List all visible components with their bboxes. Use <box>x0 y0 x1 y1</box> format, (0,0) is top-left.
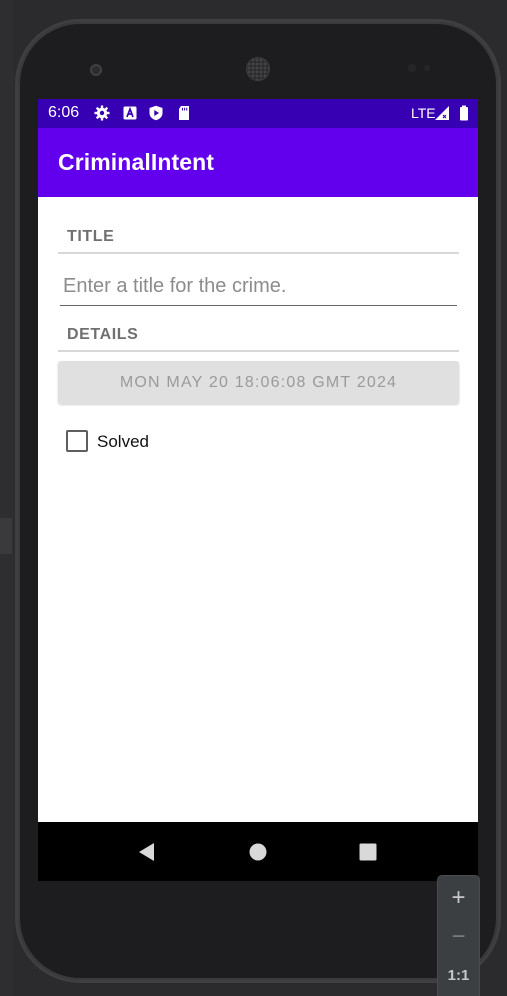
ide-side-strip <box>0 518 12 554</box>
details-section-divider <box>58 350 459 352</box>
details-section-label: DETAILS <box>67 326 139 343</box>
title-section-divider <box>58 252 459 254</box>
actual-size-button[interactable]: 1:1 <box>438 957 479 995</box>
back-icon[interactable] <box>134 839 160 865</box>
a-icon <box>123 106 137 120</box>
title-section-label: TITLE <box>67 228 115 245</box>
network-type-label: LTE <box>411 105 436 121</box>
shield-play-icon <box>149 105 163 121</box>
zoom-in-button[interactable]: + <box>438 879 479 917</box>
proximity-sensor <box>408 64 416 72</box>
recents-icon[interactable] <box>355 839 381 865</box>
battery-icon <box>460 105 468 121</box>
solved-checkbox[interactable] <box>66 430 88 452</box>
zoom-out-button[interactable]: − <box>438 918 479 956</box>
earpiece-speaker <box>247 58 269 80</box>
app-bar: CriminalIntent <box>38 128 478 197</box>
device-screen: 6:06 LTE CriminalIntent TITLE Enter a ti… <box>38 99 478 881</box>
navigation-bar <box>38 822 478 881</box>
status-bar: 6:06 LTE <box>38 99 478 128</box>
front-camera <box>90 64 102 76</box>
emulator-zoom-controls: + − 1:1 <box>438 876 479 996</box>
crime-title-input[interactable] <box>60 271 457 306</box>
app-title: CriminalIntent <box>58 149 215 175</box>
ide-editor-gutter <box>0 0 14 996</box>
light-sensor <box>424 65 430 71</box>
gear-icon <box>94 105 110 121</box>
signal-icon <box>435 106 449 120</box>
solved-label[interactable]: Solved <box>97 432 149 452</box>
sd-card-icon <box>179 106 189 120</box>
home-icon[interactable] <box>245 839 271 865</box>
crime-date-button[interactable]: MON MAY 20 18:06:08 GMT 2024 <box>58 361 459 404</box>
status-time: 6:06 <box>48 104 80 121</box>
